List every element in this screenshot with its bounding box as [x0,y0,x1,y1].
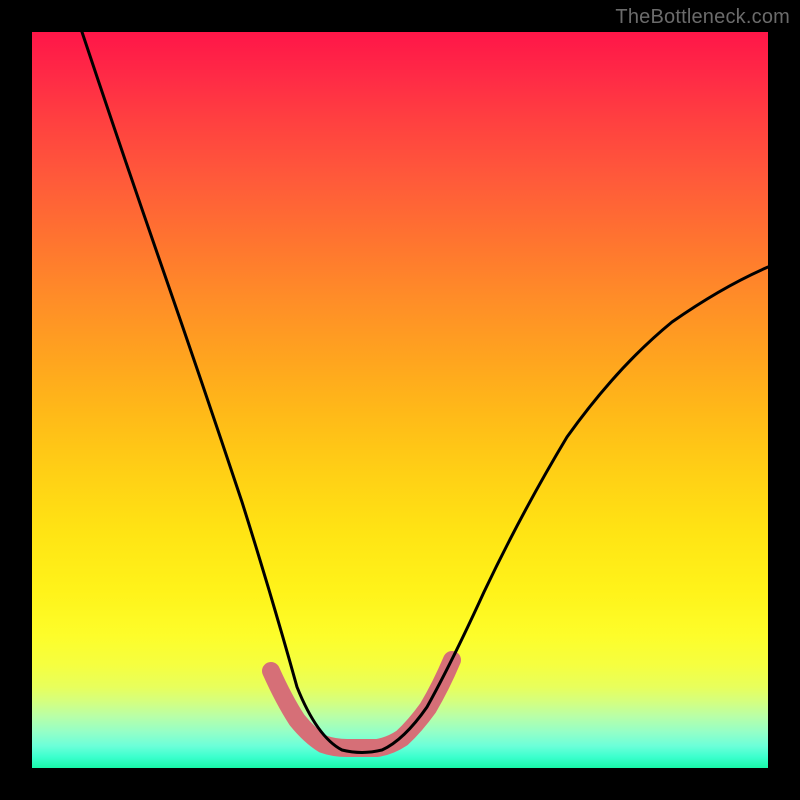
chart-frame: TheBottleneck.com [0,0,800,800]
curve-layer [32,32,768,768]
ideal-range-highlight [271,660,452,748]
watermark-text: TheBottleneck.com [615,6,790,29]
bottleneck-curve [82,32,768,753]
plot-area [32,32,768,768]
